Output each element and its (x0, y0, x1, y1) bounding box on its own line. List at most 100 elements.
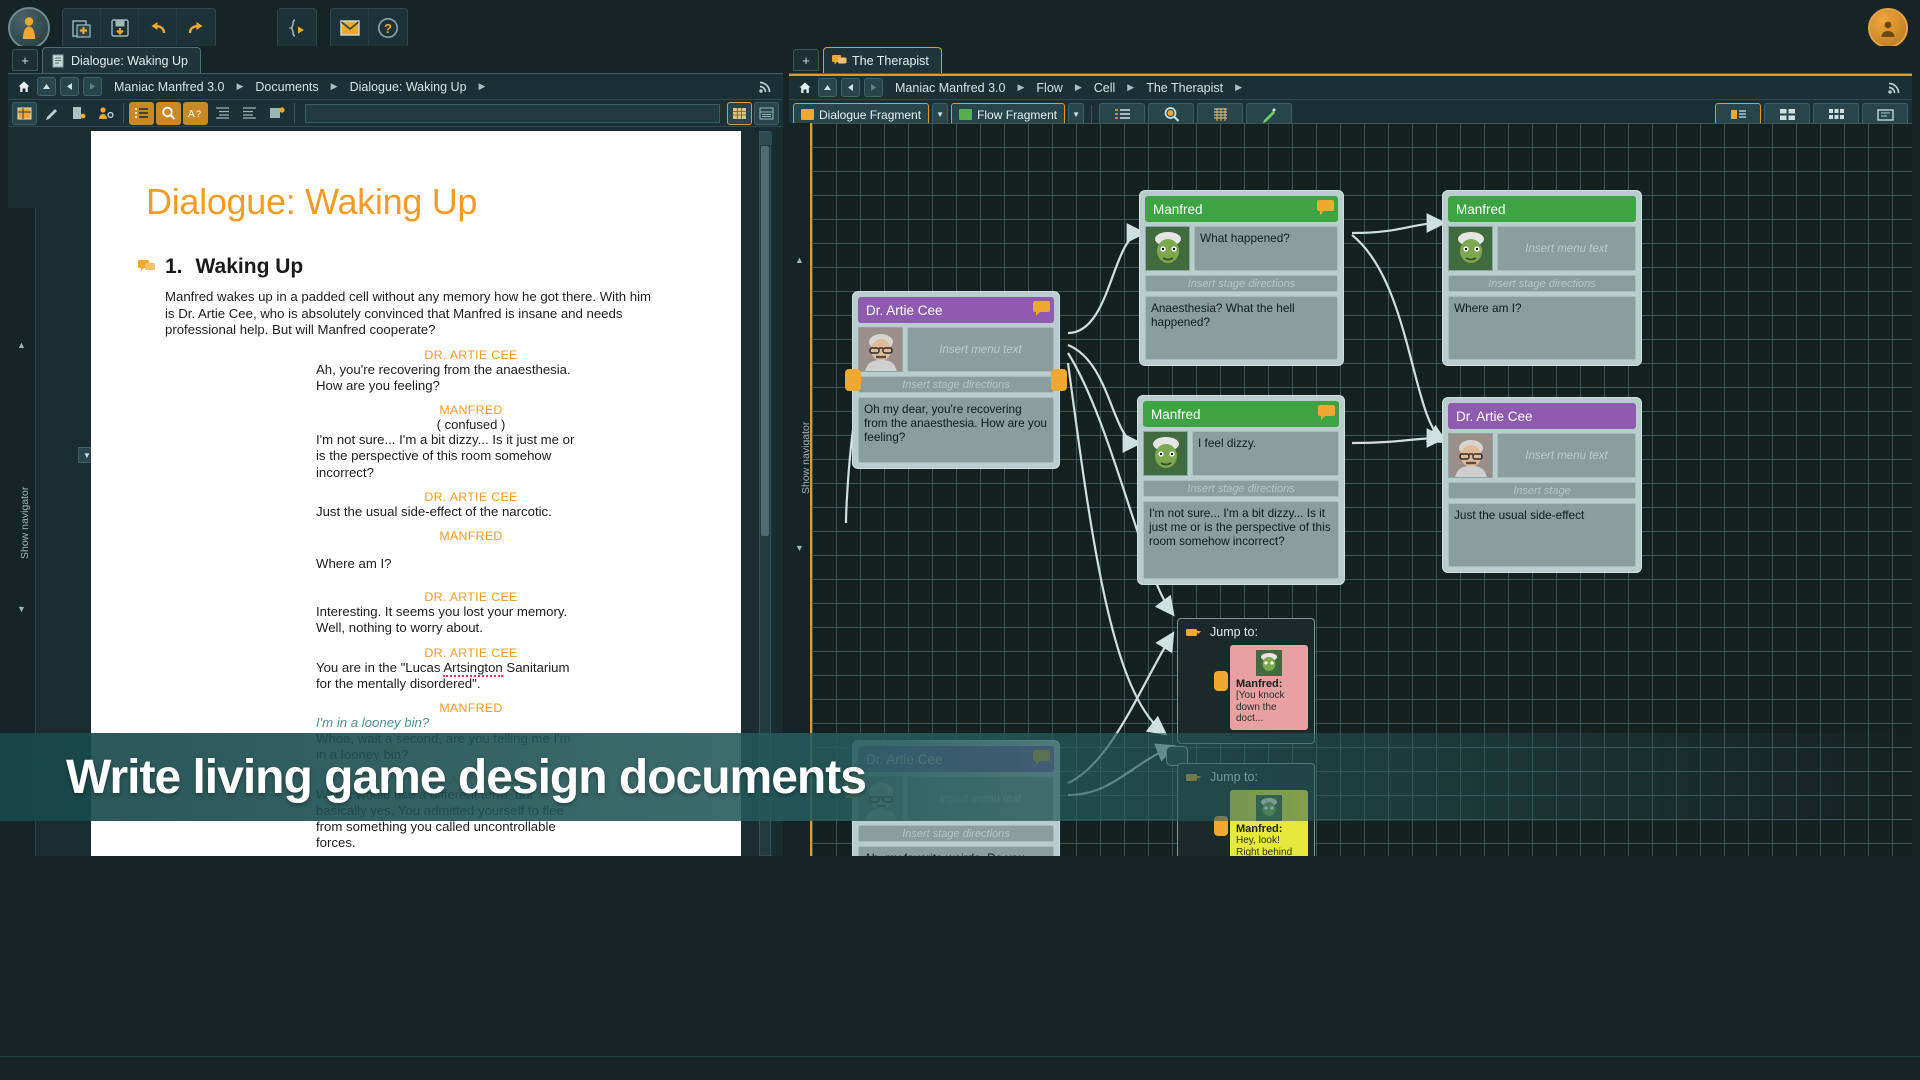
document-properties-icon[interactable] (66, 102, 91, 125)
rss-icon[interactable] (758, 79, 773, 94)
node-text-field[interactable]: I'm not sure... I'm a bit dizzy... Is it… (1143, 501, 1339, 579)
stage-directions-field[interactable]: Insert stage directions (1145, 275, 1338, 292)
document-breadcrumb-bar: Maniac Manfred 3.0 ▶ Documents ▶ Dialogu… (8, 74, 783, 100)
tab-dialogue-waking-up[interactable]: Dialogue: Waking Up (42, 47, 201, 73)
chevron-right-icon: ▶ (1235, 82, 1243, 92)
dialogue-node-artie-2[interactable]: Dr. Artie Cee Insert menu text Insert st… (1442, 397, 1642, 573)
dialogue-node-artie-1[interactable]: Dr. Artie Cee Insert menu text Insert st… (845, 291, 1067, 469)
up-arrow-icon[interactable] (818, 78, 837, 97)
breadcrumb-item-cell[interactable]: Cell (1086, 81, 1124, 95)
grid-view-icon[interactable] (727, 101, 752, 125)
help-button[interactable]: ? (369, 9, 407, 47)
svg-text:A: A (188, 109, 195, 120)
stage-directions-field[interactable]: Insert stage directions (1143, 480, 1339, 497)
back-arrow-icon[interactable] (60, 77, 79, 96)
home-icon[interactable] (795, 78, 814, 97)
dialogue-node-manfred-2[interactable]: Manfred I feel dizzy. Insert stage direc… (1137, 395, 1345, 585)
artie-portrait (1448, 433, 1493, 478)
svg-text:?: ? (196, 109, 201, 119)
add-tab-button[interactable]: + (12, 49, 38, 71)
up-arrow-icon[interactable] (37, 77, 56, 96)
new-project-button[interactable] (63, 9, 101, 47)
messages-button[interactable] (331, 9, 369, 47)
output-pin[interactable] (1051, 369, 1067, 391)
spellcheck-icon[interactable]: A? (183, 101, 208, 125)
articy-logo-button[interactable] (8, 7, 50, 49)
rss-icon[interactable] (1887, 80, 1902, 95)
menu-text-field[interactable]: Insert menu text (1497, 433, 1636, 478)
input-pin[interactable] (845, 369, 861, 391)
node-text-field[interactable]: Where am I? (1448, 296, 1636, 360)
redo-button[interactable] (177, 9, 215, 47)
breadcrumb-item-current[interactable]: The Therapist (1138, 81, 1231, 95)
stage-directions-field[interactable]: Insert stage directions (858, 825, 1054, 842)
stage-directions-field[interactable]: Insert stage directions (858, 376, 1054, 393)
jump-target-name: Manfred: (1236, 823, 1283, 835)
dialogue-line: How are you feeling? (316, 377, 440, 393)
save-project-button[interactable] (101, 9, 139, 47)
flow-fragment-icon (959, 109, 973, 120)
node-header: Dr. Artie Cee (1448, 403, 1636, 429)
document-tabstrip: + Dialogue: Waking Up (8, 46, 783, 74)
dialogue-line: Interesting. It seems you lost your memo… (316, 604, 568, 620)
node-text-field[interactable]: Ah, my favorite weirdo. Do you want to c… (858, 846, 1054, 856)
node-text-field[interactable]: Anaesthesia? What the hell happened? (1145, 296, 1338, 360)
breadcrumb-item-documents[interactable]: Documents (247, 80, 326, 94)
jump-node-1[interactable]: Jump to: Manfred: [You knock down the do… (1177, 618, 1315, 744)
node-text-field[interactable]: Oh my dear, you're recovering from the a… (858, 397, 1054, 463)
section-intro-text: Manfred wakes up in a padded cell withou… (165, 289, 651, 338)
split-view-icon[interactable] (754, 101, 779, 125)
jump-target-card[interactable]: Manfred: [You knock down the doct... (1230, 645, 1308, 730)
search-input[interactable] (305, 103, 720, 123)
tab-the-therapist[interactable]: The Therapist (823, 47, 942, 73)
add-tab-button[interactable]: + (793, 49, 819, 71)
run-script-button[interactable] (278, 9, 316, 47)
dialogue-line: forces. (316, 835, 356, 851)
node-text-field[interactable]: Just the usual side-effect (1448, 503, 1636, 567)
node-speaker: Dr. Artie Cee (1456, 408, 1533, 424)
menu-text-field[interactable]: Insert menu text (907, 327, 1054, 372)
forward-arrow-icon[interactable] (864, 78, 883, 97)
numbered-list-icon[interactable] (129, 101, 154, 125)
insert-object-icon[interactable] (264, 102, 289, 125)
scrollbar-thumb[interactable] (761, 146, 769, 536)
comment-bubble-icon[interactable] (1033, 301, 1051, 316)
outdent-icon[interactable] (237, 102, 262, 125)
dialogue-line: Where am I? (316, 556, 392, 571)
stage-directions-field[interactable]: Insert stage directions (1448, 275, 1636, 292)
breadcrumb-item-flow[interactable]: Flow (1028, 81, 1070, 95)
user-avatar[interactable] (1868, 8, 1908, 48)
toolbar-divider (294, 103, 295, 123)
breadcrumb-item-project[interactable]: Maniac Manfred 3.0 (887, 81, 1013, 95)
manfred-portrait (1256, 650, 1282, 676)
breadcrumb-item-current[interactable]: Dialogue: Waking Up (342, 80, 475, 94)
dialogue-icon (832, 54, 847, 68)
chevron-right-icon: ▶ (1127, 82, 1135, 92)
back-arrow-icon[interactable] (841, 78, 860, 97)
jump-output-pin[interactable] (1214, 671, 1228, 691)
scroll-down-button[interactable] (760, 855, 772, 856)
comment-bubble-icon[interactable] (1317, 200, 1335, 215)
character-link-icon[interactable] (93, 102, 118, 125)
stage-directions-field[interactable]: Insert stage (1448, 482, 1636, 499)
undo-button[interactable] (139, 9, 177, 47)
dialogue-fragment-label: Dialogue Fragment (819, 107, 922, 122)
dialogue-node-manfred-1[interactable]: Manfred What happened? Insert stage dire… (1139, 190, 1344, 366)
scroll-up-button[interactable] (760, 132, 772, 145)
pencil-icon[interactable] (39, 102, 64, 125)
dialogue-line: Well, nothing to worry about. (316, 620, 483, 636)
menu-text-field[interactable]: Insert menu text (1497, 226, 1636, 271)
search-icon[interactable] (156, 101, 181, 125)
menu-text-field[interactable]: What happened? (1194, 226, 1338, 271)
home-icon[interactable] (14, 77, 33, 96)
comment-bubble-icon[interactable] (1318, 405, 1336, 420)
dialogue-line: Ah, you're recovering from the anaesthes… (316, 361, 571, 377)
forward-arrow-icon[interactable] (83, 77, 102, 96)
breadcrumb-item-project[interactable]: Maniac Manfred 3.0 (106, 80, 232, 94)
toolbar-group-script (277, 8, 317, 48)
indent-icon[interactable] (210, 102, 235, 125)
node-header: Manfred (1143, 401, 1339, 427)
dialogue-node-manfred-3[interactable]: Manfred Insert menu text Insert stage di… (1442, 190, 1642, 366)
menu-text-field[interactable]: I feel dizzy. (1192, 431, 1339, 476)
table-icon[interactable] (12, 101, 37, 125)
